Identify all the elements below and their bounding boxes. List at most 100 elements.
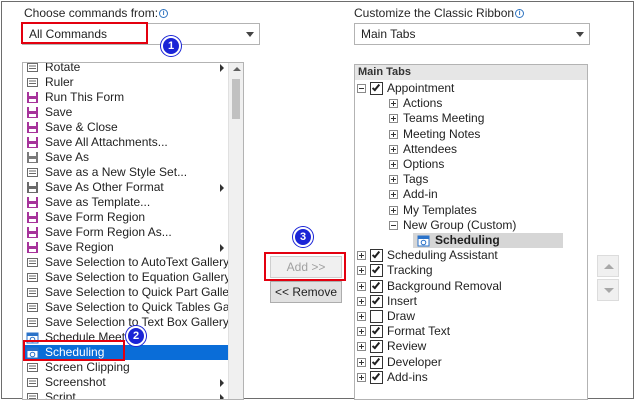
expand-icon[interactable] (357, 312, 366, 321)
tree-item[interactable]: Appointment (355, 81, 587, 96)
expand-icon[interactable] (389, 190, 398, 200)
command-item[interactable]: Script (23, 390, 228, 399)
tree-item[interactable]: Scheduling (355, 233, 587, 248)
tree-item[interactable]: Draw (355, 309, 587, 324)
command-label: Save Form Region As... (45, 225, 172, 239)
move-up-button[interactable] (597, 255, 619, 277)
tree-item[interactable]: Background Removal (355, 279, 587, 294)
commands-scrollbar[interactable] (228, 63, 243, 399)
remove-button[interactable]: << Remove (270, 281, 342, 303)
tree-item-label: Actions (403, 96, 443, 111)
command-item[interactable]: Save Selection to AutoText Gallery (23, 255, 229, 270)
tree-item[interactable]: Add-ins (355, 370, 587, 385)
tab-checkbox[interactable] (370, 340, 383, 354)
tab-checkbox[interactable] (370, 355, 383, 369)
tab-checkbox[interactable] (370, 264, 383, 278)
tab-checkbox[interactable] (370, 294, 383, 308)
text-box-icon (26, 316, 39, 329)
command-item[interactable]: Save Form Region As... (23, 225, 228, 240)
tree-item[interactable]: Attendees (355, 142, 587, 157)
customize-ribbon-combo[interactable]: Main Tabs (354, 23, 590, 45)
command-item[interactable]: Rotate (23, 63, 228, 75)
tab-checkbox[interactable] (370, 279, 383, 293)
command-item[interactable]: Save Selection to Quick Part Galler... (23, 285, 242, 300)
command-item[interactable]: Run This Form (23, 90, 228, 105)
autotext-icon (26, 256, 39, 269)
command-item[interactable]: Save Form Region (23, 210, 228, 225)
tab-checkbox[interactable] (370, 82, 383, 95)
style-set-icon (26, 166, 39, 179)
move-down-button[interactable] (597, 279, 619, 301)
command-label: Ruler (45, 75, 74, 89)
rotate-icon (26, 63, 39, 74)
tree-item-label: Appointment (387, 81, 455, 95)
command-item[interactable]: Save As Other Format (23, 180, 228, 195)
customize-ribbon-label: Customize the Classic Ribbon i (354, 6, 525, 20)
tree-item[interactable]: Tracking (355, 263, 587, 278)
expand-icon[interactable] (389, 129, 398, 139)
expand-icon[interactable] (357, 327, 366, 337)
tree-item[interactable]: New Group (Custom) (355, 218, 587, 233)
tree-header: Main Tabs (355, 65, 587, 80)
save-other-format-icon (26, 181, 39, 194)
command-item[interactable]: Save Region (23, 240, 228, 255)
tab-checkbox[interactable] (370, 249, 383, 263)
command-item[interactable]: Save as Template... (23, 195, 228, 210)
tree-item[interactable]: Insert (355, 294, 587, 309)
tree-item[interactable]: Scheduling Assistant (355, 248, 587, 263)
expand-icon[interactable] (357, 342, 366, 352)
expand-icon[interactable] (389, 99, 398, 109)
tree-item[interactable]: Add-in (355, 187, 587, 202)
tree-item[interactable]: Format Text (355, 324, 587, 339)
collapse-icon[interactable] (389, 220, 398, 230)
expand-icon[interactable] (357, 357, 366, 367)
tree-item[interactable]: My Templates (355, 203, 587, 218)
check-icon (371, 325, 381, 335)
scroll-up-icon[interactable] (233, 67, 241, 71)
tree-item-label: My Templates (403, 202, 477, 217)
expand-icon[interactable] (357, 296, 366, 306)
expand-icon[interactable] (389, 175, 398, 185)
tree-item[interactable]: Teams Meeting (355, 111, 587, 126)
command-item[interactable]: Save Selection to Equation Gallery... (23, 270, 240, 285)
screenshot-icon (26, 376, 39, 389)
tree-item[interactable]: Actions (355, 96, 587, 111)
ribbon-tree[interactable]: Main Tabs Appointment Actions Teams Meetin… (354, 64, 588, 400)
scroll-thumb[interactable] (232, 79, 240, 119)
expand-icon[interactable] (389, 144, 398, 154)
tree-item[interactable]: Tags (355, 172, 587, 187)
command-item[interactable]: Save & Close (23, 120, 228, 135)
command-item[interactable]: Save All Attachments... (23, 135, 228, 150)
tab-checkbox[interactable] (370, 370, 383, 384)
tree-item-label: New Group (Custom) (403, 217, 517, 232)
expand-icon[interactable] (357, 281, 366, 291)
tree-item-label: Background Removal (387, 278, 502, 293)
tree-item-label: Attendees (403, 141, 458, 156)
command-item[interactable]: Save (23, 105, 228, 120)
collapse-icon[interactable] (357, 84, 366, 93)
tree-item[interactable]: Options (355, 157, 587, 172)
command-item[interactable]: Save as a New Style Set... (23, 165, 228, 180)
expand-icon[interactable] (389, 160, 398, 169)
expand-icon[interactable] (357, 251, 366, 261)
tab-checkbox[interactable] (370, 325, 383, 339)
info-icon: i (159, 9, 169, 18)
command-item[interactable]: Screen Clipping (23, 360, 228, 375)
command-item[interactable]: Save Selection to Text Box Gallery (23, 315, 229, 330)
command-item[interactable]: Screenshot (23, 375, 228, 390)
command-item[interactable]: Ruler (23, 75, 228, 90)
expand-icon[interactable] (357, 266, 366, 276)
tab-checkbox[interactable] (370, 310, 383, 323)
tree-item[interactable]: Review (355, 339, 587, 354)
command-item[interactable]: Save Selection to Quick Tables Gall... (23, 300, 243, 315)
expand-icon[interactable] (357, 372, 366, 382)
tree-item[interactable]: Developer (355, 355, 587, 370)
expand-icon[interactable] (389, 205, 398, 215)
callout-box-1 (21, 22, 148, 44)
tree-item[interactable]: Meeting Notes (355, 127, 587, 142)
save-icon (26, 106, 39, 119)
command-item[interactable]: Save As (23, 150, 228, 165)
command-label: Screenshot (45, 375, 106, 389)
expand-icon[interactable] (389, 114, 398, 124)
check-icon (371, 295, 381, 305)
